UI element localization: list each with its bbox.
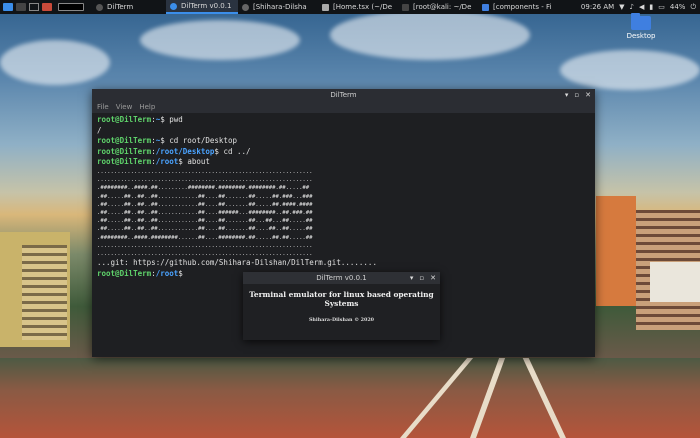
battery-icon[interactable]: ▭: [658, 3, 665, 11]
terminal-line: root@DilTerm:/root$ about: [97, 157, 210, 167]
terminal-launcher-icon[interactable]: [16, 3, 26, 11]
desktop-icon-label: Desktop: [626, 32, 656, 40]
battery-percent: 44%: [669, 3, 686, 11]
ascii-line: .##.....##..##..##............##....##..…: [97, 218, 313, 225]
git-link-line: ...git: https://github.com/Shihara-Dilsh…: [97, 258, 377, 268]
folder-icon: [482, 3, 489, 11]
clock[interactable]: 09:26 AM: [581, 3, 614, 11]
close-icon[interactable]: ✕: [430, 272, 436, 284]
taskbar-item-editor[interactable]: [Home.tsx (~/De: [318, 0, 398, 14]
taskbar-item-terminal[interactable]: [root@kali: ~/De: [398, 0, 478, 14]
browser-icon: [242, 3, 249, 11]
ascii-line: .##.....##..##..##............##....##..…: [97, 201, 313, 208]
taskbar-item-dilterm-about[interactable]: DilTerm v0.0.1: [166, 0, 238, 14]
terminal-line: root@DilTerm:~$ cd root/Desktop: [97, 136, 237, 146]
ascii-line: .##.....##..##..##............##....##..…: [97, 226, 313, 233]
command-text: about: [187, 157, 210, 167]
kali-icon: [96, 3, 103, 11]
taskbar-item-label: [Home.tsx (~/De: [333, 3, 393, 11]
taskbar-item-browser[interactable]: [Shihara-Dilsha: [238, 0, 318, 14]
taskbar-item-label: [root@kali: ~/De: [413, 3, 472, 11]
dilterm-icon: [170, 2, 177, 10]
close-icon[interactable]: ✕: [585, 89, 591, 101]
terminal-icon: [402, 3, 409, 11]
taskbar-item-label: DilTerm v0.0.1: [181, 2, 232, 10]
prompt-path: /root/Desktop: [155, 146, 215, 156]
menu-help[interactable]: Help: [139, 101, 155, 113]
editor-icon: [322, 3, 329, 11]
ascii-line: .########..####.########......##....####…: [97, 234, 313, 241]
ascii-line: .########..####.##.........########.####…: [97, 185, 310, 192]
folder-icon: [631, 13, 651, 30]
prompt-path: ~: [155, 136, 161, 146]
power-icon[interactable]: ⏻: [690, 3, 696, 12]
terminal-app-icon[interactable]: [58, 3, 84, 11]
taskbar-item-label: DilTerm: [107, 3, 134, 11]
terminal-line: root@DilTerm:~$ pwd: [97, 115, 183, 124]
taskbar-item-label: [Shihara-Dilsha: [253, 3, 307, 11]
bell-icon[interactable]: ♪: [630, 3, 634, 11]
prompt-user: root@DilTerm: [97, 157, 152, 167]
terminal-output-line: /: [97, 125, 102, 135]
taskbar-item-label: [components - Fi: [493, 3, 552, 11]
volume-icon[interactable]: ◀: [639, 3, 644, 11]
dialog-title: DilTerm v0.0.1: [316, 274, 367, 282]
command-text: pwd: [169, 115, 183, 124]
ascii-line: ........................................…: [97, 242, 313, 249]
prompt-path: /root: [155, 157, 179, 167]
menu-view[interactable]: View: [116, 101, 133, 113]
command-text: cd root/Desktop: [169, 136, 237, 146]
browser-launcher-icon[interactable]: [42, 3, 52, 11]
ascii-line: .##.....##..##..##............##....####…: [97, 209, 313, 216]
kali-menu-icon[interactable]: [3, 3, 13, 11]
prompt-user: root@DilTerm: [97, 268, 152, 278]
window-title: DilTerm: [330, 91, 357, 99]
terminal-line: root@DilTerm:/root/Desktop$ cd ../: [97, 146, 251, 156]
prompt-path: /root: [155, 268, 179, 278]
prompt-path: ~: [155, 115, 161, 124]
ascii-line: ........................................…: [97, 251, 313, 257]
ascii-line: ........................................…: [97, 177, 313, 184]
wifi-icon[interactable]: ▼: [619, 3, 624, 11]
workspace-icon[interactable]: [29, 3, 39, 11]
window-titlebar[interactable]: DilTerm ▾ ▫ ✕: [92, 89, 595, 101]
system-tray: 09:26 AM ▼ ♪ ◀ ▮ ▭ 44% ⏻: [581, 3, 700, 12]
ascii-banner: ........................................…: [97, 168, 590, 258]
prompt-user: root@DilTerm: [97, 115, 152, 124]
maximize-icon[interactable]: ▫: [419, 272, 424, 284]
dialog-heading: Terminal emulator for linux based operat…: [249, 290, 434, 308]
taskbar-item-files[interactable]: [components - Fi: [478, 0, 564, 14]
prompt-user: root@DilTerm: [97, 146, 152, 156]
minimize-icon[interactable]: ▾: [565, 89, 569, 101]
about-dialog: DilTerm v0.0.1 ▾ ▫ ✕ Terminal emulator f…: [243, 272, 440, 340]
dialog-titlebar[interactable]: DilTerm v0.0.1 ▾ ▫ ✕: [243, 272, 440, 284]
menu-bar: File View Help: [92, 101, 595, 113]
top-panel: DilTerm DilTerm v0.0.1 [Shihara-Dilsha […: [0, 0, 700, 14]
lock-icon[interactable]: ▮: [649, 3, 653, 11]
ascii-line: .##.....##..##..##............##....##..…: [97, 193, 313, 200]
command-text: cd ../: [223, 146, 251, 156]
prompt-user: root@DilTerm: [97, 136, 152, 146]
menu-file[interactable]: File: [97, 101, 109, 113]
dialog-credit: Shihara-Dilshan © 2020: [308, 317, 375, 323]
desktop-folder-icon[interactable]: Desktop: [624, 13, 658, 40]
taskbar-item-dilterm[interactable]: DilTerm: [92, 0, 166, 14]
minimize-icon[interactable]: ▾: [410, 272, 414, 284]
maximize-icon[interactable]: ▫: [574, 89, 579, 101]
ascii-line: ........................................…: [97, 168, 313, 175]
